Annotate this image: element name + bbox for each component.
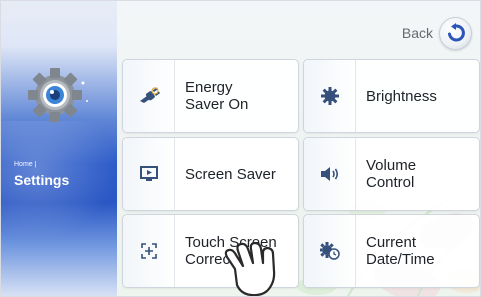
energy-saver-label: Energy Saver On <box>185 79 249 113</box>
monitor-play-icon <box>123 138 175 210</box>
speaker-icon <box>304 138 356 210</box>
settings-screen: Home | Settings Back Energy Saver On Bri… <box>0 0 481 297</box>
brightness-gear-icon <box>304 60 356 132</box>
current-date-time-label: Current Date/Time <box>366 234 435 268</box>
volume-control-label: Volume Control <box>366 157 417 191</box>
current-date-time-button[interactable]: Current Date/Time <box>303 214 480 288</box>
screen-saver-label: Screen Saver <box>185 165 276 183</box>
sidebar: Home | Settings <box>1 1 117 296</box>
settings-gear-eye-icon <box>19 61 99 131</box>
breadcrumb[interactable]: Home | <box>14 161 36 168</box>
back-arrow-icon <box>439 16 472 50</box>
touch-target-icon <box>123 215 175 287</box>
volume-control-button[interactable]: Volume Control <box>303 137 480 211</box>
page-title: Settings <box>14 172 70 188</box>
energy-saver-button[interactable]: Energy Saver On <box>122 59 299 133</box>
brightness-button[interactable]: Brightness <box>303 59 480 133</box>
gear-clock-icon <box>304 215 356 287</box>
back-button[interactable]: Back <box>402 16 472 50</box>
energy-plug-icon <box>123 60 175 132</box>
screen-saver-button[interactable]: Screen Saver <box>122 137 299 211</box>
hand-pointer-icon <box>224 241 276 296</box>
back-label: Back <box>401 25 433 41</box>
brightness-label: Brightness <box>366 87 437 105</box>
